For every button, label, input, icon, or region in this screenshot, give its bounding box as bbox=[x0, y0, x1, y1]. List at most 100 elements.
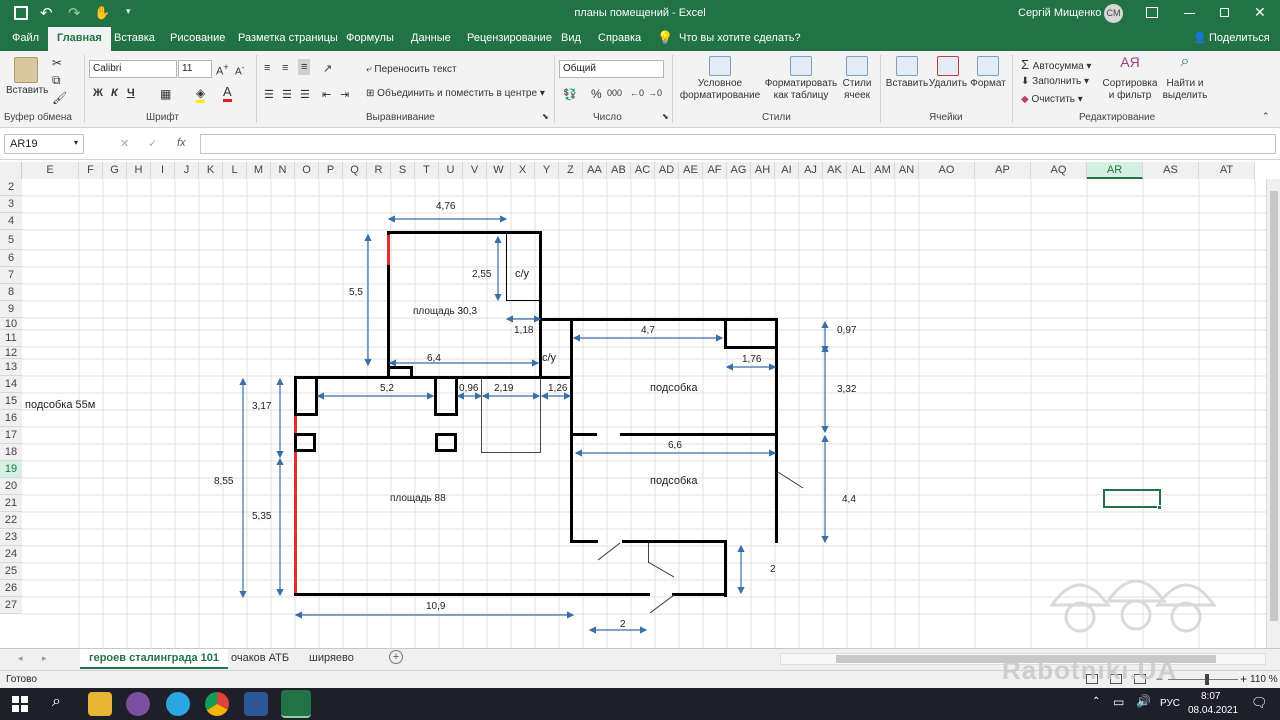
collapse-ribbon-icon[interactable]: ⌃ bbox=[1262, 111, 1270, 122]
minimize-icon[interactable] bbox=[1184, 13, 1195, 14]
align-right-icon[interactable]: ☰ bbox=[300, 88, 310, 101]
zoom-level[interactable]: 110 % bbox=[1250, 674, 1278, 685]
vertical-scrollbar[interactable] bbox=[1266, 179, 1280, 648]
increase-decimal-icon[interactable]: ←0 bbox=[630, 88, 644, 98]
save-icon[interactable] bbox=[14, 6, 28, 20]
network-icon[interactable]: ▭ bbox=[1113, 695, 1124, 709]
sort-filter-button[interactable]: AЯ Сортировка и фильтр bbox=[1100, 55, 1160, 102]
confirm-entry-icon[interactable]: ✓ bbox=[148, 137, 157, 150]
fill-handle[interactable] bbox=[1157, 505, 1162, 510]
dialog-launcher-icon[interactable]: ⬊ bbox=[542, 112, 549, 121]
clock-date[interactable]: 08.04.2021 bbox=[1188, 705, 1238, 716]
scrollbar-thumb[interactable] bbox=[1270, 191, 1278, 621]
align-center-icon[interactable]: ☰ bbox=[282, 88, 292, 101]
prev-sheet-icon[interactable]: ◂ bbox=[18, 653, 23, 664]
font-name-select[interactable]: Calibri bbox=[89, 60, 177, 78]
align-bottom-icon[interactable]: ≡ bbox=[298, 59, 311, 75]
tab-view[interactable]: Вид bbox=[561, 32, 581, 44]
formula-input[interactable] bbox=[200, 134, 1276, 154]
clock-time[interactable]: 8:07 bbox=[1201, 691, 1220, 702]
tab-help[interactable]: Справка bbox=[598, 32, 641, 44]
sheet-tab[interactable]: ширяево bbox=[309, 652, 354, 664]
tab-home[interactable]: Главная bbox=[48, 27, 111, 51]
paste-button[interactable]: Вставить bbox=[6, 57, 48, 97]
decrease-indent-icon[interactable]: ⇤ bbox=[322, 88, 331, 101]
underline-button[interactable]: Ч bbox=[127, 87, 135, 99]
telegram-icon[interactable] bbox=[166, 692, 190, 716]
percent-icon[interactable]: % bbox=[591, 87, 602, 101]
delete-cells-button[interactable]: Удалить bbox=[928, 56, 968, 90]
decrease-decimal-icon[interactable]: →0 bbox=[648, 88, 662, 98]
word-icon[interactable] bbox=[244, 692, 268, 716]
align-top-icon[interactable]: ≡ bbox=[264, 62, 270, 74]
chrome-icon[interactable] bbox=[205, 692, 229, 716]
insert-cells-button[interactable]: Вставить bbox=[885, 56, 929, 90]
increase-indent-icon[interactable]: ⇥ bbox=[340, 88, 349, 101]
borders-icon[interactable]: ▦ bbox=[160, 87, 171, 101]
customize-qat-icon[interactable]: ▾ bbox=[126, 6, 131, 17]
system-tray-chevron-icon[interactable]: ⌃ bbox=[1092, 696, 1100, 707]
tab-file[interactable]: Файл bbox=[12, 32, 39, 44]
restore-icon[interactable] bbox=[1220, 8, 1229, 17]
cell-styles-button[interactable]: Стили ячеек bbox=[838, 56, 876, 102]
conditional-format-button[interactable]: Условное форматирование bbox=[678, 56, 762, 102]
font-size-select[interactable]: 11 bbox=[178, 60, 212, 78]
redo-icon[interactable]: ↷ bbox=[68, 4, 81, 22]
autosum-button[interactable]: Σ Автосумма ▾ bbox=[1021, 57, 1091, 72]
wrap-text-button[interactable]: ⤶ Переносить текст bbox=[366, 64, 457, 75]
italic-button[interactable]: К bbox=[111, 87, 118, 99]
close-icon[interactable]: ✕ bbox=[1254, 4, 1266, 21]
fill-color-icon[interactable]: ◈ bbox=[196, 86, 206, 103]
worksheet-grid[interactable]: E F G H I J K L M N O P Q R S T U V W X Y Z AA AB AC AD AE AF AG AH AI… bbox=[0, 160, 1280, 648]
tab-insert[interactable]: Вставка bbox=[114, 32, 155, 44]
next-sheet-icon[interactable]: ▸ bbox=[42, 653, 47, 664]
align-left-icon[interactable]: ☰ bbox=[264, 88, 274, 101]
accounting-format-icon[interactable]: 💱 bbox=[563, 88, 577, 101]
format-as-table-button[interactable]: Форматировать как таблицу bbox=[764, 56, 838, 102]
tab-page-layout[interactable]: Разметка страницы bbox=[238, 32, 338, 44]
format-cells-button[interactable]: Формат bbox=[968, 56, 1008, 90]
volume-icon[interactable]: 🔊 bbox=[1136, 694, 1151, 708]
excel-icon[interactable] bbox=[281, 690, 311, 718]
comma-style-icon[interactable]: 000 bbox=[607, 88, 622, 98]
tab-review[interactable]: Рецензирование bbox=[467, 32, 552, 44]
avatar[interactable]: СМ bbox=[1104, 4, 1123, 23]
dialog-launcher-icon[interactable]: ⬊ bbox=[662, 112, 669, 121]
new-sheet-icon[interactable]: + bbox=[389, 650, 403, 664]
format-painter-icon[interactable]: 🖌 bbox=[52, 91, 67, 105]
touch-mode-icon[interactable]: ✋ bbox=[94, 5, 110, 21]
find-select-button[interactable]: ⌕ Найти и выделить bbox=[1158, 54, 1212, 102]
cut-icon[interactable]: ✂ bbox=[52, 56, 62, 70]
share-button[interactable]: Поделиться bbox=[1209, 32, 1270, 44]
chevron-down-icon[interactable]: ▾ bbox=[74, 138, 78, 147]
zoom-in-icon[interactable]: + bbox=[1240, 672, 1247, 686]
keyboard-language[interactable]: РУС bbox=[1160, 698, 1180, 709]
tab-draw[interactable]: Рисование bbox=[170, 32, 225, 44]
file-explorer-icon[interactable] bbox=[88, 692, 112, 716]
selected-cell[interactable] bbox=[1103, 489, 1161, 508]
clear-button[interactable]: ◆ Очистить ▾ bbox=[1021, 94, 1083, 105]
grow-font-icon[interactable]: A+ bbox=[216, 62, 229, 78]
ribbon-display-icon[interactable] bbox=[1146, 7, 1158, 18]
copy-icon[interactable]: ⧉ bbox=[52, 73, 61, 88]
search-icon[interactable]: ⌕ bbox=[52, 693, 61, 711]
tab-formulas[interactable]: Формулы bbox=[346, 32, 394, 44]
viber-icon[interactable] bbox=[126, 692, 150, 716]
user-name[interactable]: Сергій Мищенко bbox=[1018, 7, 1101, 19]
insert-function-button[interactable]: fx bbox=[177, 137, 186, 149]
bold-button[interactable]: Ж bbox=[93, 87, 103, 99]
sheet-tab-active[interactable]: героев сталинграда 101 bbox=[80, 649, 229, 669]
font-color-icon[interactable]: A bbox=[223, 84, 232, 102]
undo-icon[interactable]: ↶ bbox=[40, 4, 53, 22]
name-box[interactable]: AR19 bbox=[4, 134, 84, 154]
number-format-select[interactable]: Общий bbox=[559, 60, 664, 78]
tell-me-search[interactable]: Что вы хотите сделать? bbox=[679, 32, 801, 44]
align-middle-icon[interactable]: ≡ bbox=[282, 62, 288, 74]
sheet-tab[interactable]: очаков АТБ bbox=[231, 652, 289, 664]
shrink-font-icon[interactable]: A- bbox=[235, 62, 244, 77]
windows-start-icon[interactable] bbox=[12, 696, 28, 712]
merge-center-button[interactable]: ⊞ Объединить и поместить в центре ▾ bbox=[366, 88, 545, 99]
fill-button[interactable]: ⬇ Заполнить ▾ bbox=[1021, 76, 1089, 87]
orientation-icon[interactable]: ↗ bbox=[323, 62, 332, 75]
tab-data[interactable]: Данные bbox=[411, 32, 451, 44]
